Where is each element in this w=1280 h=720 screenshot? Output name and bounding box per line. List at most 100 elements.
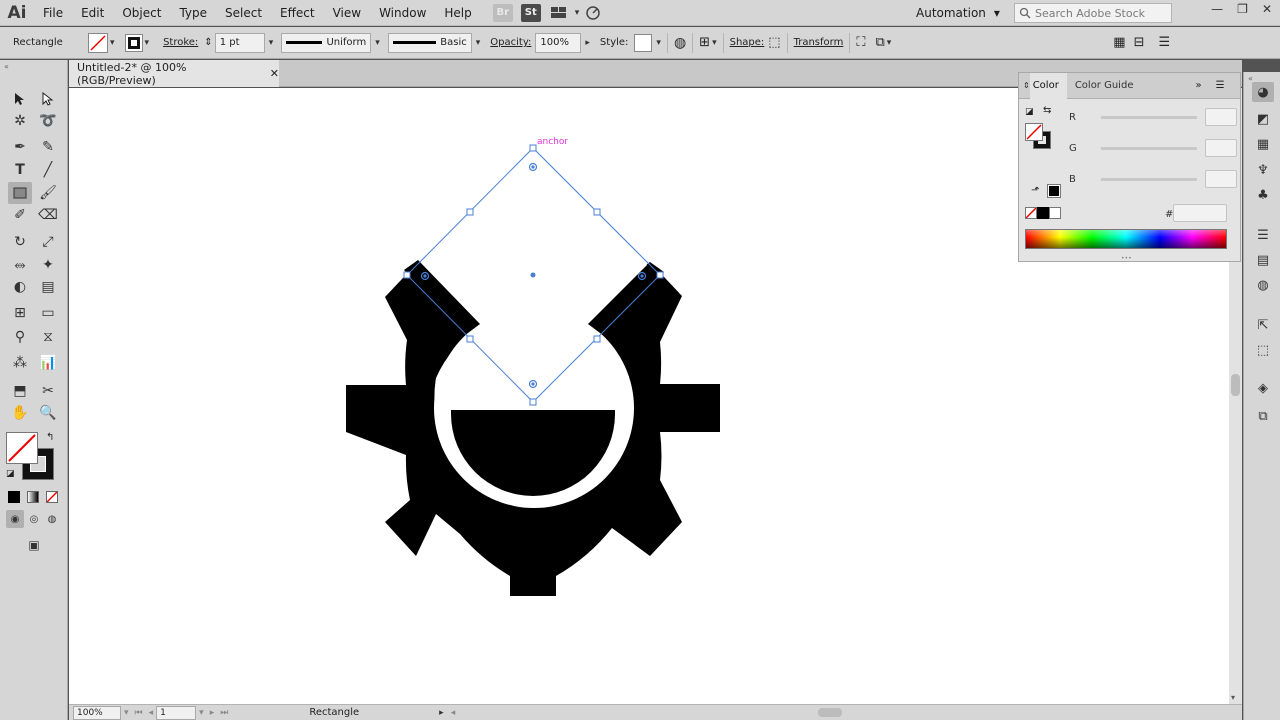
opacity-field[interactable]: 100% xyxy=(535,32,582,53)
menu-type[interactable]: Type xyxy=(170,0,216,26)
color-fill-indicator[interactable] xyxy=(1025,123,1043,141)
collapse-panel-icon[interactable]: « xyxy=(4,62,9,71)
rotate-tool-icon[interactable]: ↻ xyxy=(8,231,32,253)
close-icon[interactable]: ✕ xyxy=(1262,2,1272,16)
swatches-icon[interactable]: ▦ xyxy=(1252,134,1274,154)
color-mode-icon[interactable] xyxy=(8,491,20,503)
scroll-left-icon[interactable]: ◂ xyxy=(451,708,456,718)
chevron-down-icon[interactable]: ▾ xyxy=(656,38,661,48)
chevron-updown-icon[interactable]: ⇕ xyxy=(1023,81,1030,90)
gradient-panel-icon[interactable]: ▤ xyxy=(1252,250,1274,270)
menu-effect[interactable]: Effect xyxy=(271,0,324,26)
stroke-stepper-icon[interactable]: ⇕ xyxy=(204,37,212,48)
first-artboard-icon[interactable]: ⏮ xyxy=(135,708,143,718)
shape-label[interactable]: Shape: xyxy=(730,37,765,48)
recolor-artwork-icon[interactable]: ◍ xyxy=(674,35,686,51)
artboards-panel-icon[interactable]: ⬚ xyxy=(1252,340,1274,360)
color-spectrum[interactable] xyxy=(1025,229,1227,249)
opacity-label[interactable]: Opacity: xyxy=(490,37,531,48)
swap-colors-icon[interactable]: ⇆ xyxy=(1043,105,1051,116)
shaper-tool-icon[interactable]: ✐ xyxy=(8,204,32,226)
draw-behind-icon[interactable]: ◎ xyxy=(25,510,43,528)
chevron-right-icon[interactable]: ▸ xyxy=(585,38,590,48)
arrange-icon[interactable]: ▦ xyxy=(1113,35,1125,50)
menu-help[interactable]: Help xyxy=(435,0,480,26)
gpu-performance-icon[interactable] xyxy=(583,4,603,22)
white-swatch[interactable] xyxy=(1049,207,1061,219)
screen-mode-icon[interactable]: ▣ xyxy=(22,534,46,556)
chevron-down-icon[interactable]: ▾ xyxy=(712,38,717,48)
none-swatch[interactable] xyxy=(1025,207,1037,219)
stock-icon[interactable]: St xyxy=(520,3,541,22)
lasso-tool-icon[interactable]: ➰ xyxy=(36,110,60,132)
last-color-swatch[interactable] xyxy=(1047,184,1061,198)
align-icon[interactable]: ⊞ xyxy=(699,35,710,50)
out-of-gamut-icon[interactable]: ⬏ xyxy=(1031,185,1039,196)
transparency-panel-icon[interactable]: ◍ xyxy=(1252,275,1274,295)
eraser-tool-icon[interactable]: ⌫ xyxy=(36,204,60,226)
chevron-down-icon[interactable]: ▾ xyxy=(575,8,580,18)
arrange-documents-icon[interactable] xyxy=(549,4,569,22)
line-segment-tool-icon[interactable]: ╱ xyxy=(36,159,60,181)
blend-tool-icon[interactable]: ⧖ xyxy=(36,326,60,348)
blue-channel[interactable]: B xyxy=(1069,169,1239,189)
horizontal-scrollbar-thumb[interactable] xyxy=(818,708,843,717)
chevron-down-icon[interactable]: ▾ xyxy=(887,38,892,48)
reset-bounding-box-icon[interactable]: ⧉ xyxy=(875,35,884,50)
red-channel[interactable]: R xyxy=(1069,107,1239,127)
graphic-style-swatch[interactable] xyxy=(634,33,653,52)
default-fill-stroke-icon[interactable]: ◪ xyxy=(6,469,15,479)
distribute-icon[interactable]: ⊟ xyxy=(1134,35,1145,50)
shape-builder-tool-icon[interactable]: ◐ xyxy=(8,276,32,298)
symbols-icon[interactable]: ♣ xyxy=(1252,185,1274,205)
chevron-down-icon[interactable]: ▾ xyxy=(199,708,204,718)
menu-select[interactable]: Select xyxy=(216,0,271,26)
blue-value-field[interactable] xyxy=(1205,170,1237,188)
menu-edit[interactable]: Edit xyxy=(72,0,113,26)
artboard-tool-icon[interactable]: ⬒ xyxy=(8,380,32,402)
width-tool-icon[interactable]: ⥈ xyxy=(8,254,32,276)
green-channel[interactable]: G xyxy=(1069,138,1239,158)
hand-tool-icon[interactable]: ✋ xyxy=(8,402,32,424)
chevron-down-icon[interactable]: ▾ xyxy=(375,38,380,48)
paintbrush-tool-icon[interactable]: 🖌 xyxy=(36,182,60,204)
document-tab[interactable]: Untitled-2* @ 100% (RGB/Preview) ✕ xyxy=(69,60,279,87)
draw-normal-icon[interactable]: ◉ xyxy=(6,510,24,528)
direct-selection-tool-icon[interactable] xyxy=(36,88,60,110)
gradient-mode-icon[interactable] xyxy=(27,491,39,503)
restore-icon[interactable]: ❐ xyxy=(1237,2,1248,16)
perspective-grid-tool-icon[interactable]: ▤ xyxy=(36,276,60,298)
selection-tool-icon[interactable] xyxy=(8,88,32,110)
swap-fill-stroke-icon[interactable]: ↰ xyxy=(46,432,54,443)
hex-value-field[interactable] xyxy=(1173,204,1227,222)
none-mode-icon[interactable] xyxy=(46,491,58,503)
stock-search-input[interactable]: Search Adobe Stock xyxy=(1014,3,1172,23)
default-colors-icon[interactable]: ◪ xyxy=(1025,107,1034,117)
resize-handle-icon[interactable]: ••• xyxy=(1121,255,1132,262)
stroke-swatch[interactable] xyxy=(124,33,143,52)
puppet-warp-tool-icon[interactable]: ✦ xyxy=(36,254,60,276)
gradient-tool-icon[interactable]: ▭ xyxy=(36,302,60,324)
red-value-field[interactable] xyxy=(1205,108,1237,126)
red-slider[interactable] xyxy=(1101,115,1197,119)
green-slider[interactable] xyxy=(1101,146,1197,150)
panel-menu-icon[interactable]: ☰ xyxy=(1216,80,1225,91)
scrollbar-thumb[interactable] xyxy=(1231,374,1240,396)
chevron-down-icon[interactable]: ▾ xyxy=(124,708,129,718)
variable-width-profile[interactable]: Uniform xyxy=(281,32,372,53)
transform-label[interactable]: Transform xyxy=(794,37,844,48)
symbol-sprayer-tool-icon[interactable]: ⁂ xyxy=(8,352,32,374)
fill-indicator[interactable] xyxy=(6,432,38,464)
artboard-number-field[interactable]: 1 xyxy=(156,705,197,720)
last-artboard-icon[interactable]: ⏭ xyxy=(220,708,228,718)
mesh-tool-icon[interactable]: ⊞ xyxy=(8,302,32,324)
curvature-tool-icon[interactable]: ✎ xyxy=(36,136,60,158)
asset-export-icon[interactable]: ⇱ xyxy=(1252,315,1274,335)
artboards-stack-icon[interactable]: ⧉ xyxy=(1252,406,1274,426)
eyedropper-tool-icon[interactable]: ⚲ xyxy=(8,326,32,348)
stroke-label[interactable]: Stroke: xyxy=(163,37,198,48)
chevron-down-icon[interactable]: ▾ xyxy=(145,38,150,48)
layers-panel-icon[interactable]: ◈ xyxy=(1252,378,1274,398)
menu-file[interactable]: File xyxy=(34,0,72,26)
slice-tool-icon[interactable]: ✂ xyxy=(36,380,60,402)
